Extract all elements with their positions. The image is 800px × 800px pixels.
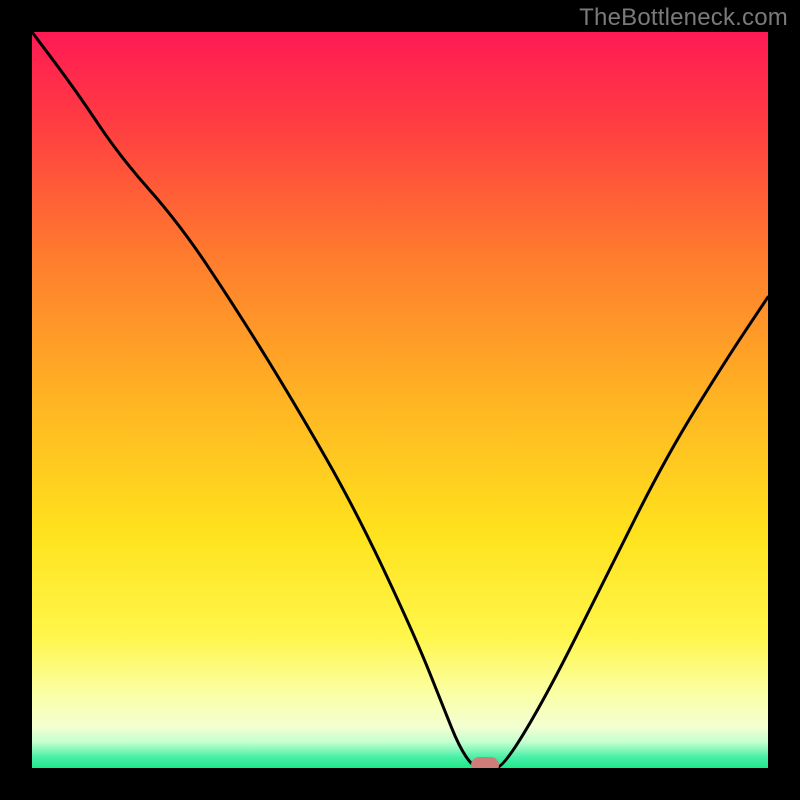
optimal-marker [471,757,499,768]
plot-area [32,32,768,768]
watermark-text: TheBottleneck.com [579,4,788,32]
gradient-rect [32,32,768,768]
plot-svg [32,32,768,768]
chart-frame: TheBottleneck.com [0,0,800,800]
